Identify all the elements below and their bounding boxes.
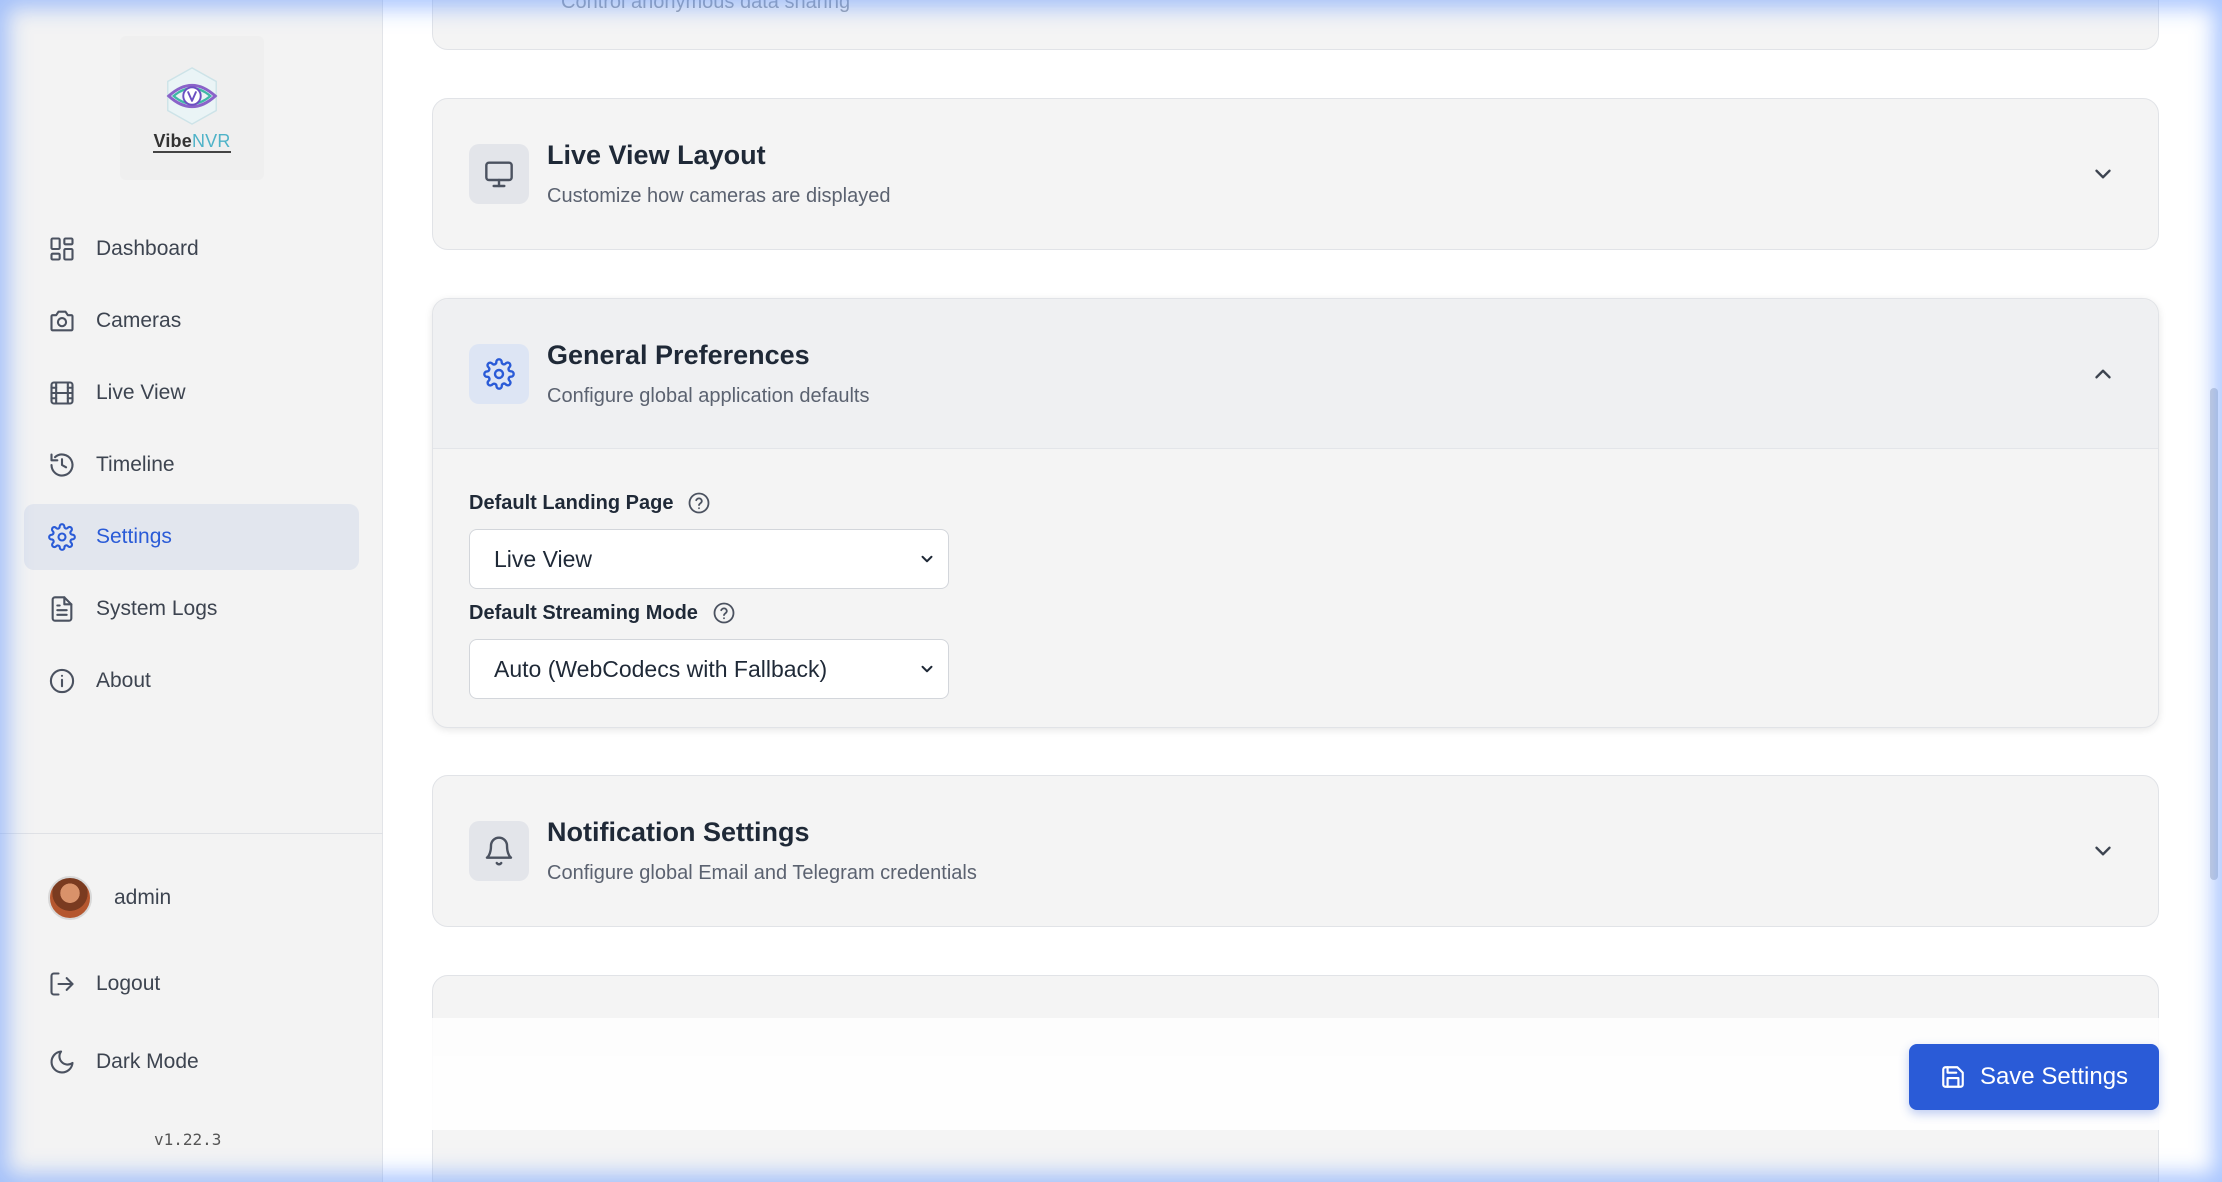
app-version: v1.22.3 bbox=[154, 1130, 222, 1149]
landing-page-select[interactable]: Live View bbox=[469, 529, 949, 589]
privacy-card-subtitle: Control anonymous data sharing bbox=[561, 0, 851, 13]
sidebar-item-label: About bbox=[96, 669, 151, 692]
streaming-mode-select[interactable]: Auto (WebCodecs with Fallback) bbox=[469, 639, 949, 699]
history-icon bbox=[50, 453, 74, 477]
live-view-layout-card[interactable]: Live View Layout Customize how cameras a… bbox=[432, 98, 2159, 250]
sidebar-item-label: Settings bbox=[96, 525, 172, 548]
save-settings-button[interactable]: Save Settings bbox=[1909, 1044, 2159, 1110]
landing-page-label: Default Landing Page bbox=[469, 491, 2122, 515]
streaming-mode-value: Auto (WebCodecs with Fallback) bbox=[494, 655, 828, 682]
gear-icon bbox=[483, 357, 515, 390]
app-logo-text: VibeNVR bbox=[153, 130, 231, 153]
scrollbar[interactable] bbox=[2210, 388, 2218, 880]
sidebar-item-label: Dashboard bbox=[96, 237, 199, 260]
privacy-card[interactable]: Control anonymous data sharing bbox=[432, 0, 2159, 50]
sidebar-item-settings[interactable]: Settings bbox=[24, 504, 359, 570]
streaming-mode-label: Default Streaming Mode bbox=[469, 601, 2122, 625]
notification-settings-card[interactable]: Notification Settings Configure global E… bbox=[432, 775, 2159, 927]
user-name: admin bbox=[114, 886, 172, 909]
dashboard-icon bbox=[50, 237, 74, 261]
card-title: Live View Layout bbox=[547, 140, 766, 170]
card-subtitle: Customize how cameras are displayed bbox=[547, 185, 891, 207]
sidebar-item-about[interactable]: About bbox=[24, 648, 359, 714]
general-preferences-header[interactable]: General Preferences Configure global app… bbox=[433, 299, 2158, 449]
card-subtitle: Configure global Email and Telegram cred… bbox=[547, 862, 977, 884]
card-icon-box bbox=[469, 821, 529, 881]
gear-icon bbox=[48, 523, 76, 551]
monitor-icon bbox=[485, 161, 513, 188]
logout-label: Logout bbox=[96, 972, 161, 995]
save-icon bbox=[1942, 1066, 1964, 1088]
camera-icon bbox=[50, 310, 74, 332]
notification-settings-header[interactable]: Notification Settings Configure global E… bbox=[433, 776, 2158, 926]
sidebar-item-timeline[interactable]: Timeline bbox=[24, 432, 359, 498]
save-settings-label: Save Settings bbox=[1979, 1063, 2129, 1090]
chevron-down-icon bbox=[921, 555, 933, 563]
logout-icon bbox=[50, 972, 74, 996]
sidebar-item-system-logs[interactable]: System Logs bbox=[24, 576, 359, 642]
live-view-layout-header[interactable]: Live View Layout Customize how cameras a… bbox=[433, 99, 2158, 249]
user-profile[interactable]: admin bbox=[48, 876, 171, 920]
card-subtitle: Configure global application defaults bbox=[547, 384, 870, 407]
sidebar: VibeNVR Dashboard Cameras Live View Time… bbox=[0, 0, 383, 1182]
sidebar-item-live-view[interactable]: Live View bbox=[24, 360, 359, 426]
eye-logo-icon bbox=[166, 66, 218, 125]
moon-icon bbox=[50, 1050, 74, 1074]
sidebar-nav: Dashboard Cameras Live View Timeline Set… bbox=[24, 216, 359, 720]
logout-button[interactable]: Logout bbox=[48, 970, 160, 998]
document-icon bbox=[51, 596, 73, 622]
sidebar-item-label: System Logs bbox=[96, 597, 218, 620]
sticky-footer-backdrop bbox=[432, 1018, 2159, 1130]
settings-main: Control anonymous data sharing Live View… bbox=[383, 0, 2222, 1182]
sidebar-divider bbox=[0, 833, 383, 834]
chevron-down-icon bbox=[921, 665, 933, 673]
sidebar-item-label: Timeline bbox=[96, 453, 175, 476]
landing-page-value: Live View bbox=[494, 545, 593, 572]
general-preferences-body: Default Landing Page Live View Default S… bbox=[433, 449, 2158, 747]
card-icon-box bbox=[469, 343, 529, 404]
app-logo[interactable]: VibeNVR bbox=[120, 36, 264, 180]
chevron-up-icon[interactable] bbox=[2090, 361, 2116, 387]
card-title: General Preferences bbox=[547, 339, 810, 370]
card-icon-box bbox=[469, 144, 529, 204]
help-icon[interactable] bbox=[687, 491, 711, 515]
chevron-down-icon[interactable] bbox=[2090, 838, 2116, 864]
film-icon bbox=[50, 381, 74, 405]
sidebar-item-label: Live View bbox=[96, 381, 186, 404]
dark-mode-toggle[interactable]: Dark Mode bbox=[48, 1048, 199, 1076]
sidebar-item-cameras[interactable]: Cameras bbox=[24, 288, 359, 354]
general-preferences-card: General Preferences Configure global app… bbox=[432, 298, 2159, 728]
sidebar-item-label: Cameras bbox=[96, 309, 182, 332]
sidebar-item-dashboard[interactable]: Dashboard bbox=[24, 216, 359, 282]
info-icon bbox=[49, 668, 75, 694]
dark-mode-label: Dark Mode bbox=[96, 1050, 199, 1073]
card-title: Notification Settings bbox=[547, 817, 810, 847]
avatar bbox=[48, 876, 92, 920]
bell-icon bbox=[485, 836, 513, 866]
help-icon[interactable] bbox=[712, 601, 736, 625]
chevron-down-icon[interactable] bbox=[2090, 161, 2116, 187]
